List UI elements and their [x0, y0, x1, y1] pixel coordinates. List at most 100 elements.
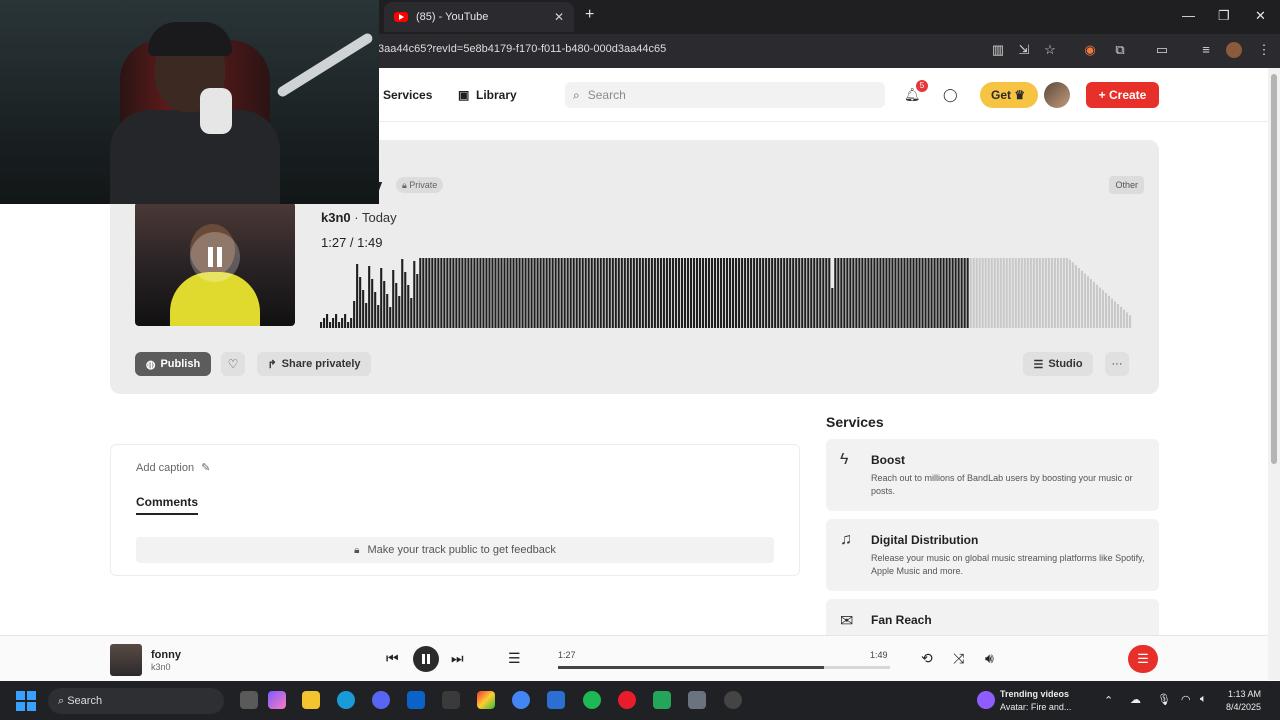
waveform[interactable] — [320, 256, 1132, 328]
add-caption-button[interactable]: Add caption ✎ — [136, 461, 210, 474]
previous-track-icon[interactable]: ⏮︎ — [386, 650, 399, 667]
more-options-button[interactable]: ··· — [1105, 352, 1129, 376]
search-input[interactable]: ⌕ Search — [565, 82, 885, 108]
taskview-icon[interactable] — [240, 691, 258, 709]
collections-icon[interactable]: ≡ — [1198, 42, 1214, 58]
extensions-puzzle-icon[interactable]: ⧉ — [1112, 42, 1128, 58]
waveform-bar — [825, 258, 828, 328]
waveform-bar — [1119, 306, 1123, 328]
spotify-icon[interactable] — [583, 691, 601, 709]
messages-icon[interactable]: ◯ — [943, 87, 958, 103]
waveform-bar — [671, 258, 674, 328]
track-cover[interactable] — [135, 202, 295, 326]
close-window-button[interactable]: ✕ — [1255, 8, 1266, 24]
service-digital-distribution[interactable]: ♫ Digital Distribution Release your musi… — [826, 519, 1159, 591]
waveform-bar — [1092, 281, 1096, 328]
nav-library[interactable]: Library — [476, 88, 517, 102]
waveform-bar — [891, 258, 894, 328]
copilot-icon[interactable] — [268, 691, 286, 709]
discord-icon[interactable] — [372, 691, 390, 709]
player-thumbnail[interactable] — [110, 644, 142, 676]
artist-line: k3n0 · Today — [321, 210, 397, 225]
player-track-title[interactable]: fonny — [151, 649, 181, 661]
speaker-icon[interactable]: 🔈︎ — [1200, 693, 1207, 706]
waveform-bar — [831, 288, 834, 328]
trending-title[interactable]: Trending videos — [1000, 689, 1069, 699]
news-widget-icon[interactable] — [977, 691, 995, 709]
studio-label: Studio — [1048, 358, 1083, 370]
share-privately-button[interactable]: ↱ Share privately — [257, 352, 371, 376]
publish-button[interactable]: ◍ Publish — [135, 352, 211, 376]
extension-icon[interactable]: ◉ — [1082, 42, 1098, 58]
tab-comments[interactable]: Comments — [136, 495, 199, 515]
app-icon[interactable] — [477, 691, 495, 709]
browser-tab-youtube[interactable]: (85) - YouTube ✕ — [384, 2, 574, 32]
service-boost[interactable]: ϟ Boost Reach out to millions of BandLab… — [826, 439, 1159, 511]
opera-icon[interactable] — [618, 691, 636, 709]
waveform-bar — [1017, 258, 1020, 328]
wifi-icon[interactable]: ◠ — [1181, 693, 1191, 706]
studio-button[interactable]: ☰ Studio — [1023, 352, 1093, 376]
menu-list-button[interactable]: ☰ — [1128, 645, 1158, 673]
microphone-icon[interactable]: 🎙︎ — [1157, 693, 1171, 706]
artist-name[interactable]: k3n0 — [321, 210, 351, 225]
xbox-icon[interactable] — [653, 691, 671, 709]
trending-sub[interactable]: Avatar: Fire and... — [1000, 702, 1071, 712]
minimize-button[interactable]: — — [1182, 8, 1195, 23]
clock-time[interactable]: 1:13 AM — [1228, 689, 1261, 699]
play-pause-button[interactable] — [413, 646, 439, 672]
waveform-bar — [431, 258, 434, 328]
outlook-icon[interactable] — [407, 691, 425, 709]
split-screen-icon[interactable]: ▭ — [1154, 42, 1170, 58]
queue-icon[interactable]: ☰ — [508, 650, 521, 667]
favorite-star-icon[interactable]: ☆ — [1042, 42, 1058, 58]
waveform-bar — [1050, 258, 1053, 328]
browser-menu-icon[interactable]: ⋮ — [1256, 42, 1272, 58]
clock-date[interactable]: 8/4/2025 — [1226, 702, 1261, 712]
onedrive-icon[interactable]: ☁ — [1130, 693, 1141, 706]
player-progress-bar[interactable] — [558, 666, 890, 669]
tab-close-icon[interactable]: ✕ — [554, 10, 564, 24]
tray-chevron-icon[interactable]: ⌃ — [1104, 694, 1113, 707]
waveform-bar — [704, 258, 708, 328]
create-button[interactable]: + Create — [1086, 82, 1159, 108]
chrome-icon[interactable] — [512, 691, 530, 709]
maximize-button[interactable]: ❐ — [1218, 8, 1230, 24]
repeat-icon[interactable]: ⟲ — [921, 650, 933, 667]
player-progress-fill — [558, 666, 824, 669]
windows-start-icon[interactable] — [16, 691, 36, 711]
store-icon[interactable] — [442, 691, 460, 709]
player-artist[interactable]: k3n0 — [151, 662, 171, 672]
settings-gear-icon[interactable] — [688, 691, 706, 709]
waveform-bar — [698, 258, 702, 328]
user-avatar[interactable] — [1044, 82, 1070, 108]
profile-avatar-icon[interactable] — [1226, 42, 1242, 58]
app-icon[interactable] — [724, 691, 742, 709]
like-heart-icon[interactable]: ♡ — [221, 352, 245, 376]
taskbar-search-label: Search — [67, 695, 103, 707]
waveform-bar — [632, 258, 635, 328]
url-text[interactable]: 3aa44c65?revId=5e8b4179-f170-f011-b480-0… — [378, 43, 666, 55]
app-icon[interactable] — [547, 691, 565, 709]
nav-services[interactable]: Services — [383, 88, 432, 102]
file-explorer-icon[interactable] — [302, 691, 320, 709]
get-membership-button[interactable]: Get ♛ — [980, 82, 1038, 108]
waveform-bar — [798, 258, 801, 328]
edge-icon[interactable] — [337, 691, 355, 709]
reader-icon[interactable]: ▥ — [990, 42, 1006, 58]
new-tab-button[interactable]: + — [585, 6, 594, 24]
waveform-bar — [1026, 258, 1029, 328]
waveform-bar — [873, 258, 876, 328]
waveform-bar — [744, 258, 747, 328]
waveform-bar — [861, 258, 864, 328]
page-scrollbar[interactable] — [1268, 68, 1280, 680]
install-icon[interactable]: ⇲ — [1016, 42, 1032, 58]
next-track-icon[interactable]: ⏭︎ — [451, 650, 464, 667]
waveform-bar — [434, 258, 437, 328]
scrollbar-thumb[interactable] — [1271, 74, 1277, 464]
volume-icon[interactable]: 🔊︎ — [985, 650, 994, 667]
shuffle-icon[interactable]: ⤨ — [953, 650, 964, 667]
service-fan-reach[interactable]: ✉ Fan Reach — [826, 599, 1159, 635]
pause-icon[interactable] — [190, 232, 240, 282]
taskbar-search[interactable]: ⌕ Search — [48, 688, 224, 714]
